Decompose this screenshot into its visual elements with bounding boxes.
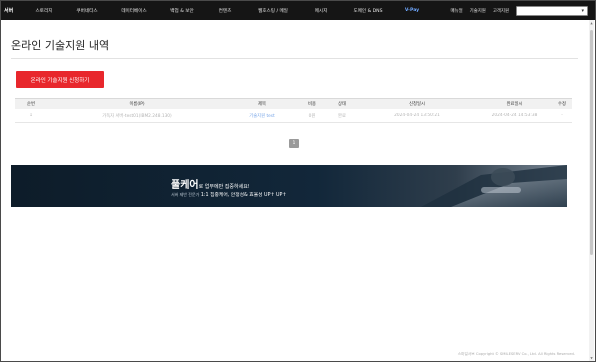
- banner-background-image: [11, 165, 567, 207]
- support-history-table: 순번 이름(IP) 제목 비용 상태 신청일시 완료일시 수정 1 가독자 서버…: [15, 98, 572, 123]
- nav-item-database[interactable]: 데이터베이스: [109, 8, 159, 14]
- nav-item-contents[interactable]: 컨텐츠: [205, 8, 245, 14]
- status: 완료: [338, 113, 346, 119]
- nav-item-webhosting-mail[interactable]: 웹호스팅 / 메일: [245, 8, 301, 14]
- chevron-down-icon: ▾: [581, 7, 584, 14]
- nav-item-backup-security[interactable]: 백업 & 보안: [159, 8, 205, 14]
- server-name: 가독자 서버-test01(lBM2.248.130): [102, 113, 172, 119]
- table-row[interactable]: 1 가독자 서버-test01(lBM2.248.130) 기술지원 test …: [15, 109, 572, 123]
- column-header: 순번: [27, 102, 35, 107]
- browser-page: 서버 스토리지 쿠버네티스 데이터베이스 백업 & 보안 컨텐츠 웹호스팅 / …: [0, 0, 596, 362]
- banner-headline-text: 로 업무에만 집중하세요!: [198, 184, 250, 190]
- banner-sub-prefix: 서버 제반 전문가: [171, 192, 200, 197]
- nav-select[interactable]: ▾: [516, 5, 588, 16]
- scrollbar-thumb[interactable]: [590, 30, 593, 255]
- nav-item-vpay[interactable]: V-Pay: [395, 8, 429, 13]
- column-header: 수정: [558, 102, 566, 107]
- logo[interactable]: 서버: [1, 7, 23, 14]
- nav-item-kubernetes[interactable]: 쿠버네티스: [65, 8, 109, 14]
- nav-link-tech-support[interactable]: 기술지원: [470, 8, 486, 14]
- banner-sub-text: 1:1 집중케어, 안정성& 효율성 UP↑ UP↑: [200, 193, 287, 198]
- cost: 0원: [308, 113, 316, 119]
- column-header: 신청일시: [409, 102, 425, 107]
- column-header: 이름(IP): [129, 102, 145, 107]
- top-navigation: 서버 스토리지 쿠버네티스 데이터베이스 백업 & 보안 컨텐츠 웹호스팅 / …: [1, 1, 595, 20]
- table-header: 순번 이름(IP) 제목 비용 상태 신청일시 완료일시 수정: [15, 98, 572, 109]
- column-header: 완료일시: [506, 102, 523, 107]
- column-header: 제목: [258, 102, 266, 107]
- main-menu: 스토리지 쿠버네티스 데이터베이스 백업 & 보안 컨텐츠 웹호스팅 / 메일 …: [23, 1, 429, 20]
- column-header: 상태: [338, 102, 346, 107]
- request-date: 2024-04-24 13:50:21: [394, 113, 440, 118]
- nav-item-message[interactable]: 메시지: [301, 8, 341, 14]
- column-header: 비용: [308, 102, 316, 107]
- nav-item-storage[interactable]: 스토리지: [23, 8, 65, 14]
- edit-cell: -: [561, 113, 563, 118]
- banner-headline-brand: 풀케어: [171, 180, 199, 191]
- nav-link-customer-support[interactable]: 고객지원: [493, 8, 509, 14]
- scroll-up-icon[interactable]: ▲: [589, 21, 594, 25]
- nav-item-domain-dns[interactable]: 도메인 & DNS: [341, 8, 395, 14]
- banner-subtext: 서버 제반 전문가 1:1 집중케어, 안정성& 효율성 UP↑ UP↑: [171, 191, 286, 198]
- pagination-page-1[interactable]: 1: [289, 139, 299, 148]
- row-number: 1: [29, 113, 33, 118]
- vertical-scrollbar[interactable]: ▲ ▼: [589, 20, 594, 361]
- banner-headline: 풀케어로 업무에만 집중하세요!: [171, 173, 250, 192]
- complete-date: 2024-04-24 14:53:38: [491, 113, 538, 118]
- scroll-down-icon[interactable]: ▼: [589, 356, 594, 360]
- page-title: 온라인 기술지원 내역: [11, 39, 110, 52]
- ticket-subject-link[interactable]: 기술지원 test: [227, 113, 297, 119]
- fullcare-banner[interactable]: 풀케어로 업무에만 집중하세요! 서버 제반 전문가 1:1 집중케어, 안정성…: [11, 165, 567, 207]
- apply-tech-support-button[interactable]: 온라인 기술지원 신청하기: [16, 71, 104, 88]
- nav-right-links: 매뉴얼 기술지원 고객지원 ▾: [451, 5, 595, 16]
- footer-copyright: 스마일서브 Copyright © SMILESERV Co., Ltd. Al…: [457, 352, 575, 356]
- nav-link-manual[interactable]: 매뉴얼: [451, 8, 463, 14]
- title-divider: [11, 58, 578, 59]
